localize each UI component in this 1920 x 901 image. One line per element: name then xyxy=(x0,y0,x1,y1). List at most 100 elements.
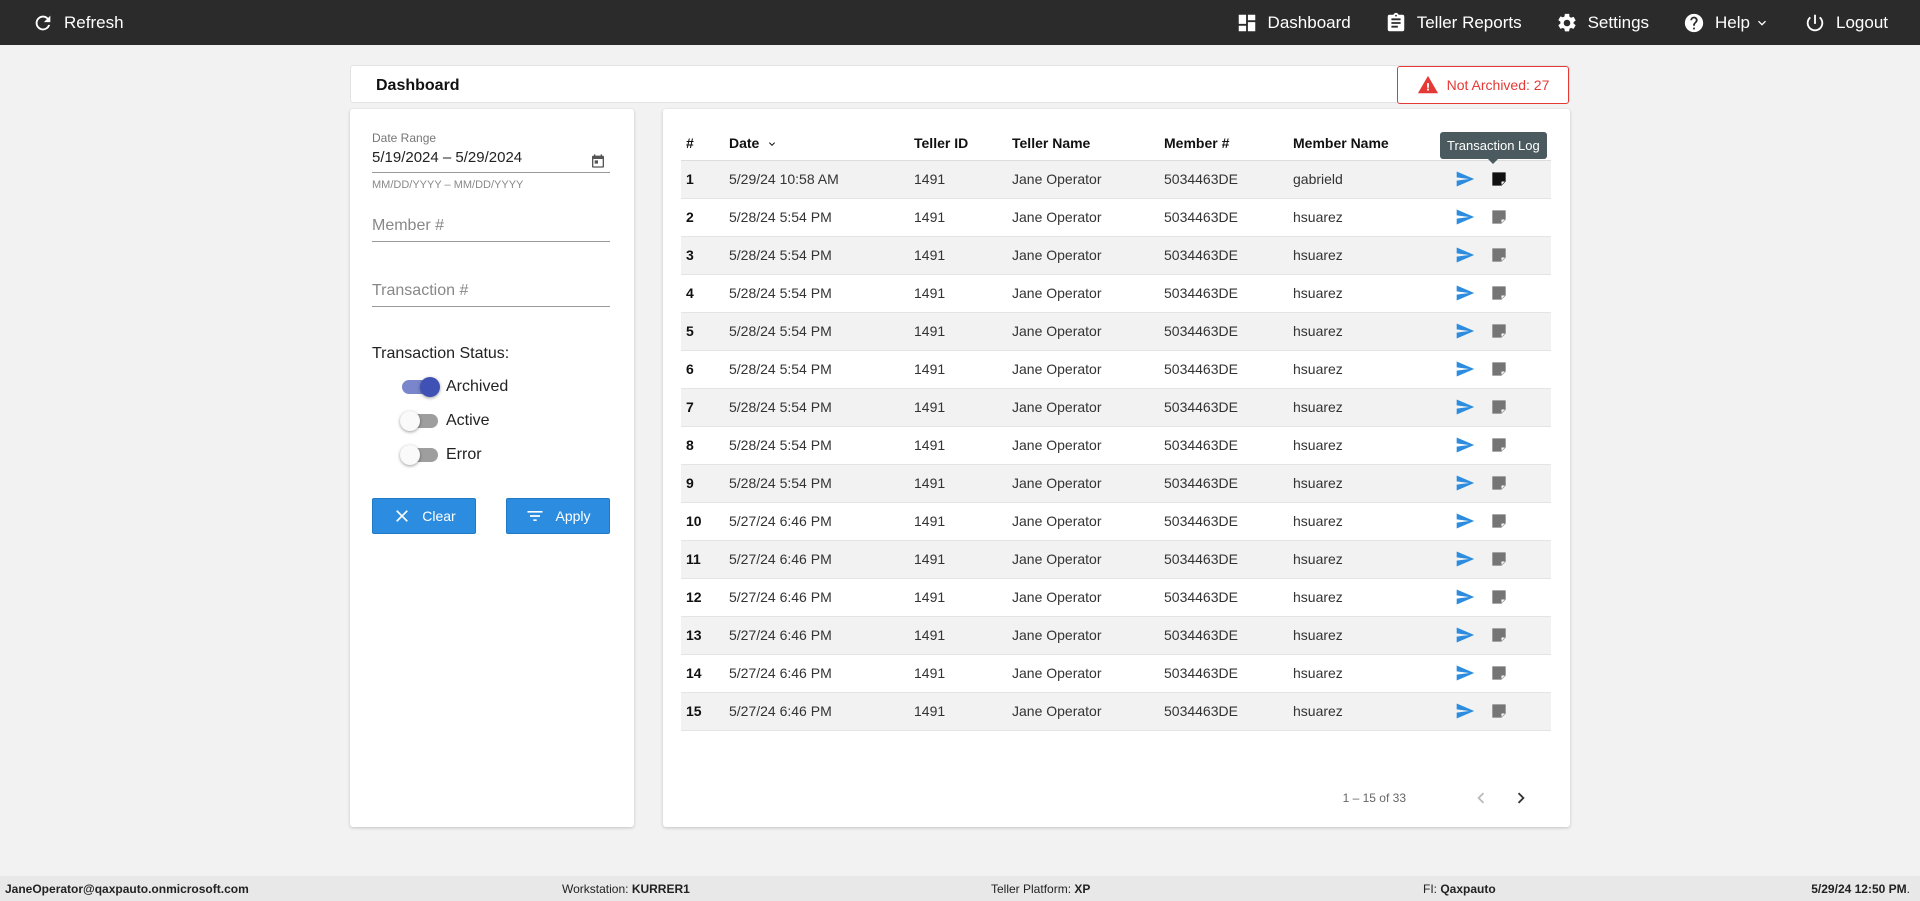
cell-num: 9 xyxy=(681,464,724,503)
top-bar: Refresh Dashboard Teller Reports Setting… xyxy=(0,0,1920,45)
date-range-label: Date Range xyxy=(372,131,437,145)
cell-actions xyxy=(1438,198,1551,237)
table-row[interactable]: 15 5/27/24 6:46 PM 1491 Jane Operator 503446… xyxy=(681,692,1551,731)
table-row[interactable]: 10 5/27/24 6:46 PM 1491 Jane Operator 503446… xyxy=(681,502,1551,541)
sort-desc-icon[interactable] xyxy=(766,138,778,150)
transaction-log-icon[interactable] xyxy=(1489,701,1509,721)
calendar-icon[interactable] xyxy=(590,153,606,169)
cell-num: 7 xyxy=(681,388,724,427)
cell-member-name: hsuarez xyxy=(1288,274,1438,313)
date-range-field[interactable]: Date Range 5/19/2024 – 5/29/2024 MM/DD/Y… xyxy=(372,131,610,191)
cell-teller-id: 1491 xyxy=(909,312,1007,351)
send-icon[interactable] xyxy=(1455,359,1475,379)
send-icon[interactable] xyxy=(1455,321,1475,341)
table-row[interactable]: 11 5/27/24 6:46 PM 1491 Jane Operator 503446… xyxy=(681,540,1551,579)
nav-logout[interactable]: Logout xyxy=(1804,0,1888,45)
active-toggle[interactable] xyxy=(400,411,438,431)
cell-teller-id: 1491 xyxy=(909,578,1007,617)
transaction-field[interactable]: Transaction # xyxy=(372,282,610,307)
cell-member-num: 5034463DE xyxy=(1159,578,1288,617)
refresh-button[interactable]: Refresh xyxy=(32,0,124,45)
cell-member-name: hsuarez xyxy=(1288,312,1438,351)
cell-actions xyxy=(1438,654,1551,693)
transaction-log-icon[interactable] xyxy=(1489,625,1509,645)
table-row[interactable]: 3 5/28/24 5:54 PM 1491 Jane Operator 5034463… xyxy=(681,236,1551,275)
send-icon[interactable] xyxy=(1455,549,1475,569)
cell-num: 14 xyxy=(681,654,724,693)
send-icon[interactable] xyxy=(1455,701,1475,721)
cell-num: 8 xyxy=(681,426,724,465)
send-icon[interactable] xyxy=(1455,473,1475,493)
chevron-right-icon[interactable] xyxy=(1510,787,1532,809)
col-member-name: Member Name xyxy=(1288,126,1438,161)
archived-label: Archived xyxy=(446,378,509,395)
transaction-input[interactable]: Transaction # xyxy=(372,282,610,307)
cell-teller-name: Jane Operator xyxy=(1007,616,1159,655)
table-row[interactable]: 6 5/28/24 5:54 PM 1491 Jane Operator 5034463… xyxy=(681,350,1551,389)
chevron-left-icon[interactable] xyxy=(1470,787,1492,809)
cell-actions xyxy=(1438,236,1551,275)
pagination: 1 – 15 of 33 xyxy=(1343,787,1532,809)
cell-member-num: 5034463DE xyxy=(1159,654,1288,693)
transaction-log-icon[interactable] xyxy=(1489,473,1509,493)
archived-toggle-row[interactable]: Archived xyxy=(402,377,509,397)
col-teller-id: Teller ID xyxy=(909,126,1007,161)
member-field[interactable]: Member # xyxy=(372,217,610,242)
apply-button[interactable]: Apply xyxy=(506,498,610,534)
archived-toggle[interactable] xyxy=(402,377,440,397)
error-toggle[interactable] xyxy=(400,445,438,465)
transaction-log-icon[interactable] xyxy=(1489,511,1509,531)
send-icon[interactable] xyxy=(1455,625,1475,645)
send-icon[interactable] xyxy=(1455,245,1475,265)
table-row[interactable]: 7 5/28/24 5:54 PM 1491 Jane Operator 5034463… xyxy=(681,388,1551,427)
transaction-log-icon[interactable] xyxy=(1489,663,1509,683)
transaction-log-icon[interactable] xyxy=(1489,207,1509,227)
send-icon[interactable] xyxy=(1455,587,1475,607)
member-input[interactable]: Member # xyxy=(372,217,610,242)
table-row[interactable]: 5 5/28/24 5:54 PM 1491 Jane Operator 5034463… xyxy=(681,312,1551,351)
main-nav: Dashboard Teller Reports Settings Help L… xyxy=(1236,0,1888,45)
transaction-log-icon[interactable] xyxy=(1489,397,1509,417)
send-icon[interactable] xyxy=(1455,169,1475,189)
send-icon[interactable] xyxy=(1455,283,1475,303)
transaction-log-icon[interactable] xyxy=(1489,321,1509,341)
cell-teller-name: Jane Operator xyxy=(1007,578,1159,617)
transaction-log-icon[interactable] xyxy=(1489,549,1509,569)
table-row[interactable]: 13 5/27/24 6:46 PM 1491 Jane Operator 503446… xyxy=(681,616,1551,655)
nav-settings[interactable]: Settings xyxy=(1556,0,1649,45)
send-icon[interactable] xyxy=(1455,207,1475,227)
table-row[interactable]: 9 5/28/24 5:54 PM 1491 Jane Operator 5034463… xyxy=(681,464,1551,503)
table-row[interactable]: 1 5/29/24 10:58 AM 1491 Jane Operator 503446… xyxy=(681,160,1551,199)
nav-teller-reports[interactable]: Teller Reports xyxy=(1385,0,1522,45)
transaction-log-icon[interactable] xyxy=(1489,435,1509,455)
not-archived-badge[interactable]: Not Archived: 27 xyxy=(1397,66,1569,104)
table-row[interactable]: 14 5/27/24 6:46 PM 1491 Jane Operator 503446… xyxy=(681,654,1551,693)
error-toggle-row[interactable]: Error xyxy=(400,445,482,465)
transaction-log-icon[interactable] xyxy=(1489,359,1509,379)
table-row[interactable]: 2 5/28/24 5:54 PM 1491 Jane Operator 5034463… xyxy=(681,198,1551,237)
send-icon[interactable] xyxy=(1455,435,1475,455)
cell-actions xyxy=(1438,160,1551,199)
cell-member-num: 5034463DE xyxy=(1159,464,1288,503)
date-range-value[interactable]: 5/19/2024 – 5/29/2024 xyxy=(372,149,610,166)
cell-member-name: hsuarez xyxy=(1288,350,1438,389)
nav-dashboard[interactable]: Dashboard xyxy=(1236,0,1351,45)
col-date[interactable]: Date xyxy=(724,126,909,161)
active-toggle-row[interactable]: Active xyxy=(400,411,490,431)
nav-help[interactable]: Help xyxy=(1683,0,1770,45)
table-row[interactable]: 8 5/28/24 5:54 PM 1491 Jane Operator 5034463… xyxy=(681,426,1551,465)
transaction-log-icon[interactable] xyxy=(1489,283,1509,303)
send-icon[interactable] xyxy=(1455,663,1475,683)
transaction-log-icon[interactable] xyxy=(1489,245,1509,265)
send-icon[interactable] xyxy=(1455,397,1475,417)
cell-teller-name: Jane Operator xyxy=(1007,198,1159,237)
send-icon[interactable] xyxy=(1455,511,1475,531)
cell-member-name: hsuarez xyxy=(1288,388,1438,427)
transaction-log-icon[interactable] xyxy=(1489,169,1509,189)
table-row[interactable]: 12 5/27/24 6:46 PM 1491 Jane Operator 503446… xyxy=(681,578,1551,617)
transaction-log-icon[interactable] xyxy=(1489,587,1509,607)
error-label: Error xyxy=(446,446,482,463)
clear-button[interactable]: Clear xyxy=(372,498,476,534)
cell-teller-name: Jane Operator xyxy=(1007,236,1159,275)
table-row[interactable]: 4 5/28/24 5:54 PM 1491 Jane Operator 5034463… xyxy=(681,274,1551,313)
